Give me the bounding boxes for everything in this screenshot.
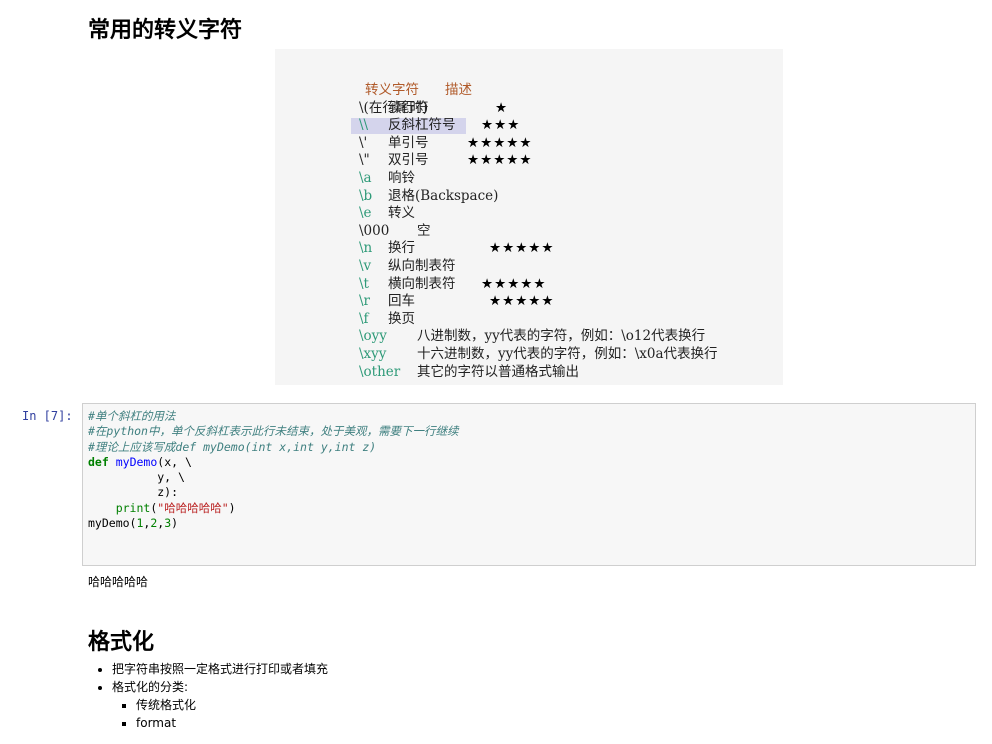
formatting-list: 把字符串按照一定格式进行打印或者填充 格式化的分类: 传统格式化 format — [88, 660, 328, 732]
code-text: myDemo( — [88, 516, 137, 531]
sub-list: 传统格式化 format — [112, 696, 328, 732]
escape-description: 单引号 — [388, 134, 429, 151]
escape-char-table-image: 转义字符 描述 \(在行尾时) 续行符 ★ \\ 反斜杠符号 ★★★ \' 单引号 ★★★★★ \… — [275, 49, 783, 385]
escape-description: 退格(Backspace) — [388, 187, 499, 204]
builtin-print: print — [115, 500, 151, 515]
list-item: format — [136, 714, 328, 732]
code-text: y, \ — [88, 470, 185, 485]
escape-code: \v — [359, 257, 372, 274]
comment-line: #在python中，单个反斜杠表示此行未结束，处于美观，需要下一行继续 — [88, 424, 459, 439]
escape-description: 纵向制表符 — [388, 257, 456, 274]
code-text: ) — [171, 516, 179, 531]
escape-code: \other — [359, 363, 401, 380]
importance-stars: ★★★★★ — [481, 275, 547, 292]
escape-description: 其它的字符以普通格式输出 — [417, 363, 579, 380]
list-item: 把字符串按照一定格式进行打印或者填充 — [112, 660, 328, 678]
cell-output: 哈哈哈哈哈 — [88, 575, 149, 589]
importance-stars: ★ — [495, 99, 509, 116]
code-cell[interactable]: #单个斜杠的用法 #在python中，单个反斜杠表示此行未结束，处于美观，需要下… — [82, 403, 976, 566]
list-item: 格式化的分类: 传统格式化 format — [112, 678, 328, 732]
header-code: 转义字符 — [365, 82, 419, 98]
escape-code: \a — [359, 169, 372, 186]
importance-stars: ★★★★★ — [467, 134, 533, 151]
code-content[interactable]: #单个斜杠的用法 #在python中，单个反斜杠表示此行未结束，处于美观，需要下… — [88, 409, 458, 531]
string-literal: "哈哈哈哈哈" — [157, 500, 229, 515]
importance-stars: ★★★★★ — [467, 152, 533, 169]
escape-code: \' — [359, 134, 368, 151]
escape-description: 响铃 — [388, 169, 415, 186]
importance-stars: ★★★★★ — [489, 240, 555, 257]
importance-stars: ★★★ — [481, 117, 521, 134]
escape-description: 回车 — [388, 293, 415, 310]
escape-description: 横向制表符 — [388, 275, 456, 292]
escape-code: \" — [359, 152, 370, 169]
escape-code: \b — [359, 187, 373, 204]
escape-description: 八进制数，yy代表的字符，例如：\o12代表换行 — [417, 328, 706, 345]
escape-description: 空 — [417, 222, 431, 239]
section-title-formatting: 格式化 — [88, 630, 155, 655]
escape-code: \oyy — [359, 328, 387, 345]
escape-code: \\ — [359, 117, 369, 134]
cell-prompt: In [7]: — [22, 409, 73, 423]
escape-description: 反斜杠符号 — [388, 117, 456, 134]
code-text: (x, \ — [157, 454, 192, 469]
escape-description: 续行符 — [388, 99, 429, 116]
header-desc: 描述 — [445, 82, 472, 98]
list-item: 传统格式化 — [136, 696, 328, 714]
escape-description: 十六进制数，yy代表的字符，例如：\x0a代表换行 — [417, 345, 718, 362]
escape-description: 换页 — [388, 310, 415, 327]
escape-code: \e — [359, 205, 372, 222]
escape-description: 转义 — [388, 205, 415, 222]
escape-code: \t — [359, 275, 369, 292]
importance-stars: ★★★★★ — [489, 293, 555, 310]
keyword-def: def — [88, 454, 109, 469]
code-text: ) — [228, 500, 236, 515]
escape-code: \xyy — [359, 345, 387, 362]
escape-code: \000 — [359, 222, 390, 239]
escape-code: \f — [359, 310, 369, 327]
section-title-escape-chars: 常用的转义字符 — [88, 18, 243, 43]
escape-description: 双引号 — [388, 152, 429, 169]
comment-line: #理论上应该写成def myDemo(int x,int y,int z) — [88, 439, 377, 454]
list-item-label: 格式化的分类: — [112, 680, 189, 694]
code-text: z): — [88, 485, 179, 500]
escape-description: 换行 — [388, 240, 415, 257]
escape-code: \n — [359, 240, 373, 257]
escape-code: \r — [359, 293, 371, 310]
function-name: myDemo — [115, 454, 158, 469]
comment-line: #单个斜杠的用法 — [88, 409, 176, 423]
